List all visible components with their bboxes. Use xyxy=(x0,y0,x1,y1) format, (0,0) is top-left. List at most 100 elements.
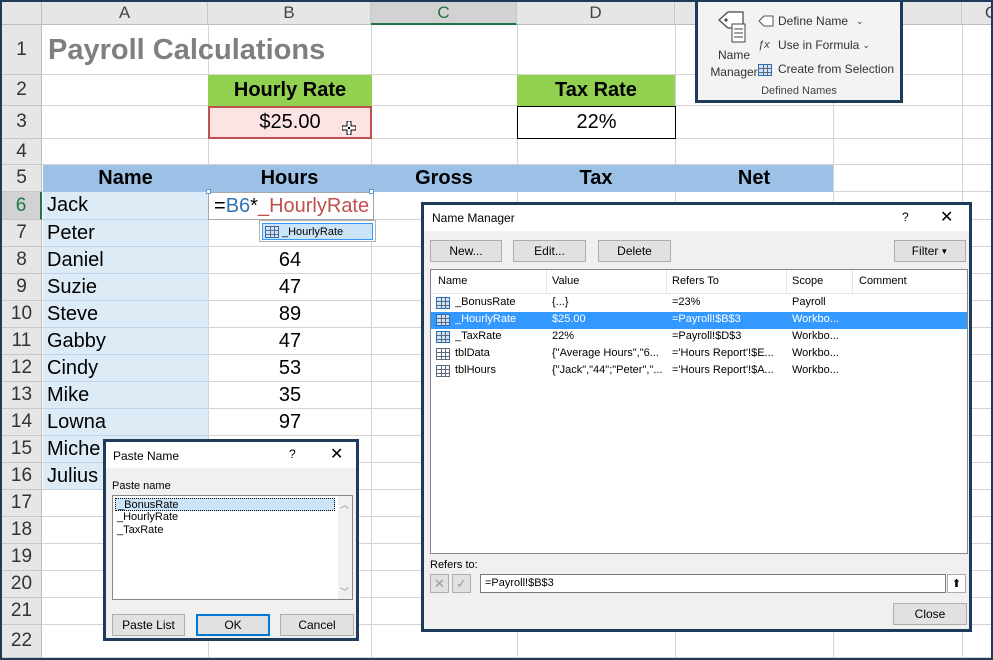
refers-to-label: Refers to: xyxy=(430,559,478,571)
hours-cell[interactable]: 64 xyxy=(209,247,371,274)
help-button[interactable]: ? xyxy=(902,210,909,224)
name-cell[interactable]: Cindy xyxy=(43,355,208,382)
new-button[interactable]: New... xyxy=(430,240,502,262)
hours-cell[interactable]: 47 xyxy=(209,274,371,301)
hours-cell[interactable]: 97 xyxy=(209,409,371,436)
name-manager-button[interactable]: Name Manager xyxy=(704,8,758,82)
define-name-button[interactable]: Define Name ⌄ xyxy=(758,11,898,31)
column-refers-to[interactable]: Refers To xyxy=(672,275,719,287)
function-icon: ƒx xyxy=(758,39,770,51)
row-header-12[interactable]: 12 xyxy=(2,355,42,382)
column-name[interactable]: Name xyxy=(438,275,467,287)
row-header-3[interactable]: 3 xyxy=(2,106,42,139)
confirm-edit-icon[interactable]: ✓ xyxy=(452,574,471,593)
names-list[interactable]: Name Value Refers To Scope Comment _Bonu… xyxy=(430,269,968,554)
row-header-16[interactable]: 16 xyxy=(2,463,42,490)
row-header-22[interactable]: 22 xyxy=(2,625,42,658)
row-header-8[interactable]: 8 xyxy=(2,247,42,274)
ok-button[interactable]: OK xyxy=(196,614,270,636)
column-scope[interactable]: Scope xyxy=(792,275,823,287)
name-cell[interactable]: Gabby xyxy=(43,328,208,355)
row-header-6[interactable]: 6 xyxy=(2,192,42,220)
cancel-edit-icon[interactable]: ✕ xyxy=(430,574,449,593)
group-label: Defined Names xyxy=(761,85,837,97)
name-row[interactable]: _TaxRate 22% =Payroll!$D$3 Workbo... xyxy=(431,329,967,346)
row-header-9[interactable]: 9 xyxy=(2,274,42,301)
row-header-15[interactable]: 15 xyxy=(2,436,42,463)
name-cell[interactable]: Suzie xyxy=(43,274,208,301)
paste-name-item[interactable]: _BonusRate xyxy=(115,498,335,511)
tax-rate-value[interactable]: 22% xyxy=(517,106,676,139)
column-header-d[interactable]: D xyxy=(517,2,675,25)
formula-autocomplete[interactable]: _HourlyRate xyxy=(259,220,376,242)
name-cell[interactable]: Daniel xyxy=(43,247,208,274)
close-icon[interactable]: ✕ xyxy=(940,207,953,227)
name-row[interactable]: _HourlyRate $25.00 =Payroll!$B$3 Workbo... xyxy=(431,312,967,329)
paste-name-item[interactable]: _HourlyRate xyxy=(115,511,335,524)
create-from-selection-button[interactable]: Create from Selection xyxy=(758,59,904,79)
paste-list-button[interactable]: Paste List xyxy=(112,614,185,636)
paste-name-list[interactable]: _BonusRate _HourlyRate _TaxRate ︿ ﹀ xyxy=(112,495,353,600)
row-header-2[interactable]: 2 xyxy=(2,75,42,106)
name-row[interactable]: _BonusRate {...} =23% Payroll xyxy=(431,295,967,312)
autocomplete-item[interactable]: _HourlyRate xyxy=(262,223,373,240)
row-header-18[interactable]: 18 xyxy=(2,517,42,544)
name-row[interactable]: tblData {"Average Hours","6... ='Hours Rep… xyxy=(431,346,967,363)
row-header-13[interactable]: 13 xyxy=(2,382,42,409)
hours-cell[interactable]: 47 xyxy=(209,328,371,355)
row-header-5[interactable]: 5 xyxy=(2,165,42,192)
scroll-down-icon[interactable]: ﹀ xyxy=(340,585,349,598)
sheet-title[interactable]: Payroll Calculations xyxy=(43,26,443,74)
row-header-4[interactable]: 4 xyxy=(2,139,42,165)
active-cell-formula[interactable]: = B6 * _HourlyRate xyxy=(208,192,374,220)
header-net[interactable]: Net xyxy=(675,165,833,192)
row-header-10[interactable]: 10 xyxy=(2,301,42,328)
row-header-20[interactable]: 20 xyxy=(2,571,42,598)
header-gross[interactable]: Gross xyxy=(371,165,517,192)
cancel-button[interactable]: Cancel xyxy=(280,614,354,636)
row-header-14[interactable]: 14 xyxy=(2,409,42,436)
name-cell[interactable]: Lowna xyxy=(43,409,208,436)
header-name[interactable]: Name xyxy=(43,165,208,192)
help-button[interactable]: ? xyxy=(289,447,296,461)
paste-name-item[interactable]: _TaxRate xyxy=(115,524,335,537)
hours-cell[interactable]: 89 xyxy=(209,301,371,328)
column-header-a[interactable]: A xyxy=(42,2,208,25)
filter-button[interactable]: Filter ▼ xyxy=(894,240,966,262)
use-in-formula-button[interactable]: ƒx Use in Formula ⌄ xyxy=(758,35,898,55)
refers-to-input[interactable]: =Payroll!$B$3 xyxy=(480,574,946,593)
row-header-17[interactable]: 17 xyxy=(2,490,42,517)
row-header-7[interactable]: 7 xyxy=(2,220,42,247)
scrollbar[interactable]: ︿ ﹀ xyxy=(338,496,352,599)
row-header-11[interactable]: 11 xyxy=(2,328,42,355)
name-cell[interactable]: Peter xyxy=(43,220,208,247)
select-all-corner[interactable] xyxy=(2,2,42,25)
close-icon[interactable]: ✕ xyxy=(330,444,343,464)
hourly-rate-label[interactable]: Hourly Rate xyxy=(208,75,372,106)
tag-icon xyxy=(758,14,774,28)
column-header-b[interactable]: B xyxy=(208,2,371,25)
hours-cell[interactable]: 35 xyxy=(209,382,371,409)
tax-rate-label[interactable]: Tax Rate xyxy=(517,75,675,106)
name-row[interactable]: tblHours {"Jack","44";"Peter","... ='Hours… xyxy=(431,363,967,380)
delete-button[interactable]: Delete xyxy=(598,240,671,262)
column-header-g[interactable]: G xyxy=(962,2,991,25)
hours-cell[interactable]: 53 xyxy=(209,355,371,382)
scroll-up-icon[interactable]: ︿ xyxy=(340,498,349,511)
name-cell[interactable]: Mike xyxy=(43,382,208,409)
name-icon xyxy=(436,331,450,343)
row-header-1[interactable]: 1 xyxy=(2,25,42,75)
column-comment[interactable]: Comment xyxy=(859,275,907,287)
edit-button[interactable]: Edit... xyxy=(513,240,586,262)
column-header-c[interactable]: C xyxy=(371,2,517,25)
header-tax[interactable]: Tax xyxy=(517,165,675,192)
collapse-dialog-icon[interactable]: ⬆ xyxy=(947,574,966,593)
column-value[interactable]: Value xyxy=(552,275,579,287)
header-hours[interactable]: Hours xyxy=(208,165,371,192)
name-cell[interactable]: Steve xyxy=(43,301,208,328)
name-cell[interactable]: Jack xyxy=(43,192,208,220)
row-header-19[interactable]: 19 xyxy=(2,544,42,571)
name-manager-dialog: Name Manager ? ✕ New... Edit... Delete F… xyxy=(421,202,972,632)
row-header-21[interactable]: 21 xyxy=(2,598,42,625)
close-button[interactable]: Close xyxy=(893,603,967,625)
